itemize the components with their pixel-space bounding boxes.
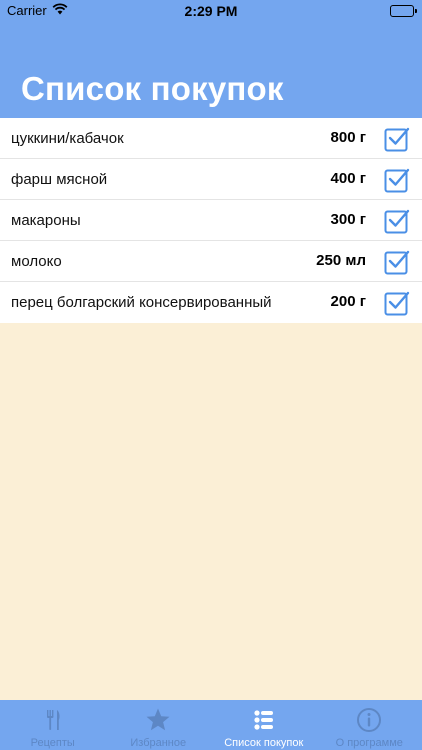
tab-label: Избранное [130, 737, 187, 749]
tab-bar: Рецепты Избранное Список покупок О прогр… [0, 700, 422, 750]
list-item[interactable]: макароны 300 г [0, 200, 422, 241]
item-quantity: 400 г [330, 170, 366, 187]
item-name: перец болгарский консервированный [11, 294, 272, 311]
checkbox-checked-icon[interactable] [384, 290, 410, 316]
status-time: 2:29 PM [184, 3, 238, 19]
tab-label: Рецепты [30, 737, 75, 749]
item-name: макароны [11, 212, 81, 229]
item-name: цуккини/кабачок [11, 130, 124, 147]
item-name: молоко [11, 253, 62, 270]
checkbox-checked-icon[interactable] [384, 208, 410, 234]
list-item[interactable]: цуккини/кабачок 800 г [0, 118, 422, 159]
fork-knife-icon [40, 707, 66, 733]
tab-label: О программе [335, 737, 403, 749]
checkbox-checked-icon[interactable] [384, 167, 410, 193]
item-quantity: 800 г [330, 129, 366, 146]
item-quantity: 300 г [330, 211, 366, 228]
checkbox-checked-icon[interactable] [384, 126, 410, 152]
battery-icon [390, 5, 417, 17]
header: Carrier 2:29 PM Список покупок [0, 0, 422, 118]
tab-recipes[interactable]: Рецепты [0, 700, 106, 750]
tab-about[interactable]: О программе [317, 700, 422, 750]
shopping-list: цуккини/кабачок 800 г фарш мясной 400 г … [0, 118, 422, 323]
star-icon [145, 707, 171, 733]
item-quantity: 200 г [330, 293, 366, 310]
page-title: Список покупок [21, 70, 284, 107]
list-item[interactable]: фарш мясной 400 г [0, 159, 422, 200]
info-icon [356, 707, 382, 733]
tab-label: Список покупок [224, 737, 304, 749]
list-item[interactable]: перец болгарский консервированный 200 г [0, 282, 422, 323]
item-name: фарш мясной [11, 171, 108, 188]
tab-shopping-list[interactable]: Список покупок [211, 700, 317, 750]
status-bar: Carrier 2:29 PM [0, 0, 422, 22]
list-icon [251, 707, 277, 733]
tab-favorites[interactable]: Избранное [106, 700, 212, 750]
item-quantity: 250 мл [316, 252, 366, 269]
checkbox-checked-icon[interactable] [384, 249, 410, 275]
list-item[interactable]: молоко 250 мл [0, 241, 422, 282]
